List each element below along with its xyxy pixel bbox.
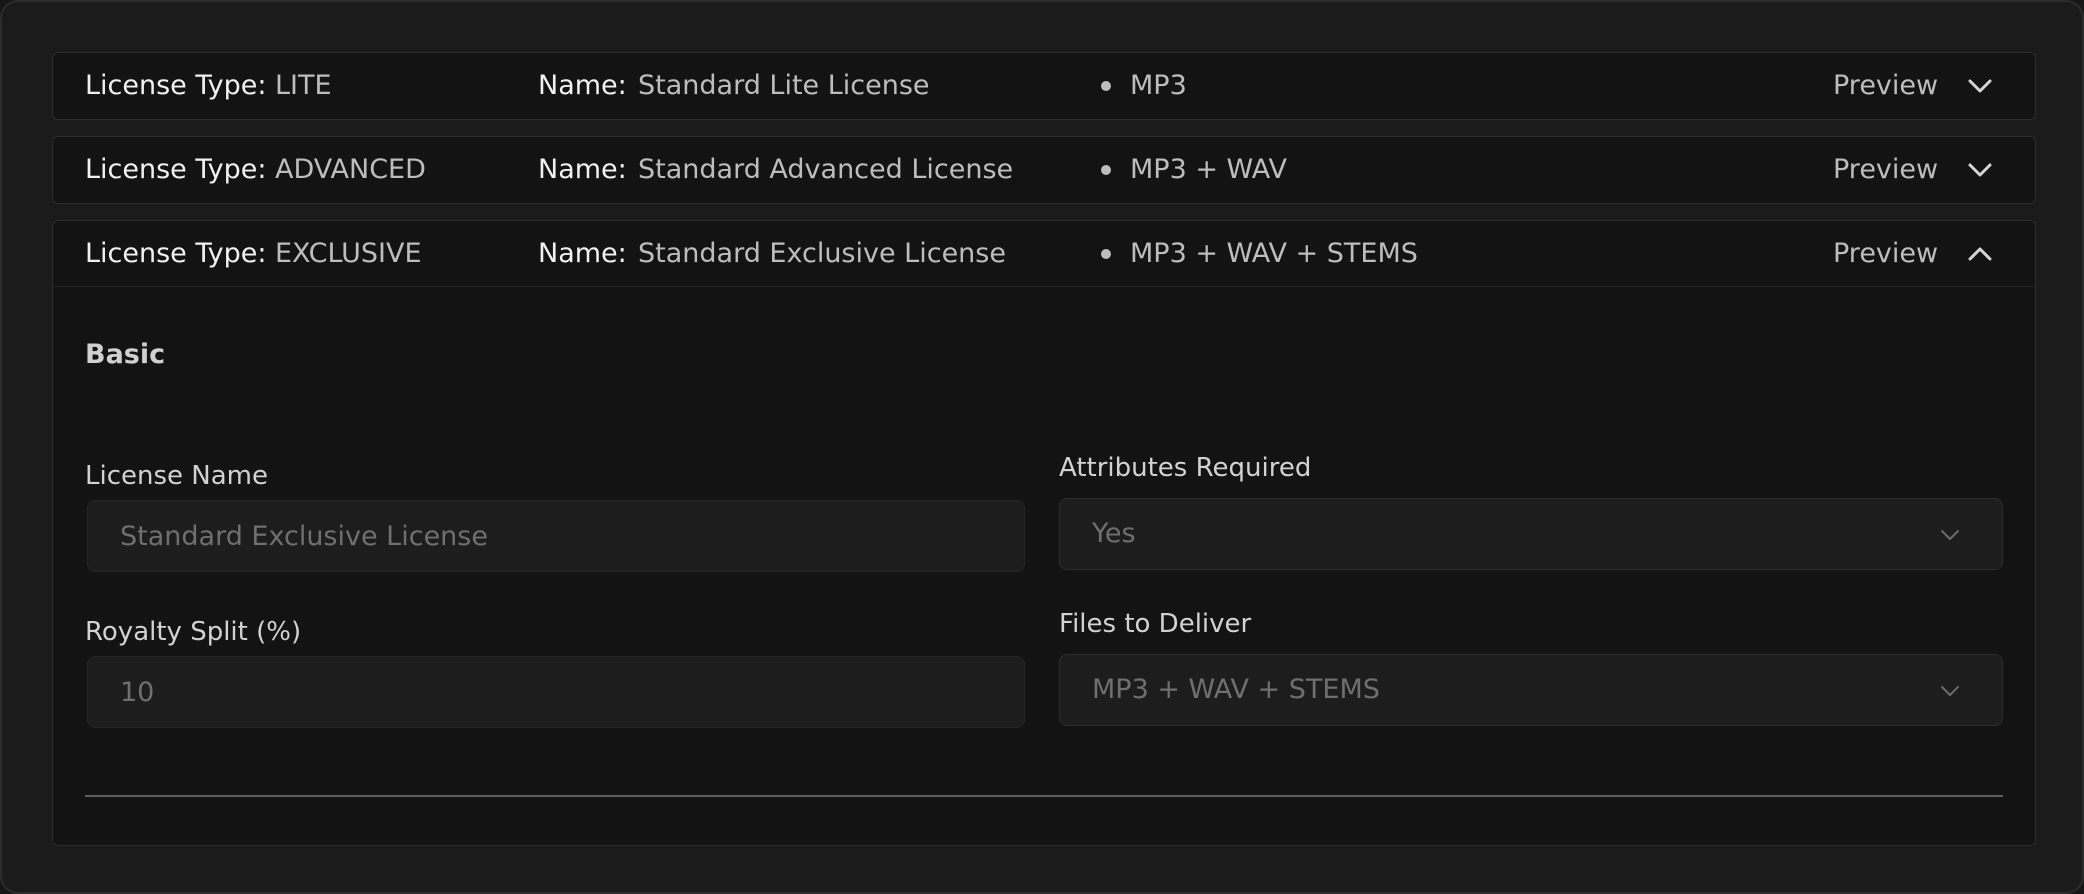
license-type-label: License Type: [85, 238, 267, 269]
license-item-exclusive: License Type: EXCLUSIVE Name: Standard E… [52, 220, 2036, 846]
license-type-label: License Type: [85, 70, 267, 101]
files-to-deliver-label: Files to Deliver [1059, 609, 1252, 639]
preview-button[interactable]: Preview [1833, 221, 1938, 286]
license-name-label: Name: [538, 238, 627, 269]
license-type-value: LITE [275, 70, 332, 101]
license-name-label: Name: [538, 70, 627, 101]
license-type-value: EXCLUSIVE [275, 238, 422, 269]
license-files: MP3 + WAV [1130, 154, 1287, 185]
license-name-label: Name: [538, 154, 627, 185]
files-bullet [1101, 81, 1111, 91]
chevron-up-icon[interactable] [1965, 239, 1995, 269]
license-type-label: License Type: [85, 154, 267, 185]
chevron-down-icon [1941, 530, 1959, 540]
files-to-deliver-select[interactable]: MP3 + WAV + STEMS [1059, 654, 2003, 726]
license-files: MP3 [1130, 70, 1187, 101]
preview-button[interactable]: Preview [1833, 53, 1938, 118]
license-type-value: ADVANCED [275, 154, 426, 185]
attributes-required-label: Attributes Required [1059, 453, 1312, 483]
files-to-deliver-value: MP3 + WAV + STEMS [1092, 674, 1380, 705]
license-name-value: Standard Exclusive License [638, 238, 1006, 269]
license-files: MP3 + WAV + STEMS [1130, 238, 1418, 269]
section-title-basic: Basic [85, 339, 166, 370]
license-item-lite: License Type: LITE Name: Standard Lite L… [52, 52, 2036, 120]
preview-button[interactable]: Preview [1833, 137, 1938, 202]
chevron-down-icon [1941, 686, 1959, 696]
royalty-split-input[interactable] [87, 656, 1025, 728]
royalty-split-label: Royalty Split (%) [85, 617, 302, 647]
section-divider [85, 795, 2003, 797]
license-name-value: Standard Lite License [638, 70, 930, 101]
files-bullet [1101, 165, 1111, 175]
license-header-advanced[interactable]: License Type: ADVANCED Name: Standard Ad… [53, 137, 2035, 202]
files-bullet [1101, 249, 1111, 259]
license-name-input[interactable] [87, 500, 1025, 572]
chevron-down-icon[interactable] [1965, 71, 1995, 101]
license-name-value: Standard Advanced License [638, 154, 1014, 185]
attributes-required-value: Yes [1092, 518, 1136, 549]
chevron-down-icon[interactable] [1965, 155, 1995, 185]
license-item-advanced: License Type: ADVANCED Name: Standard Ad… [52, 136, 2036, 204]
license-header-exclusive[interactable]: License Type: EXCLUSIVE Name: Standard E… [53, 221, 2035, 287]
license-header-lite[interactable]: License Type: LITE Name: Standard Lite L… [53, 53, 2035, 118]
license-name-field-label: License Name [85, 461, 268, 491]
license-settings-panel: License Type: LITE Name: Standard Lite L… [0, 0, 2084, 894]
attributes-required-select[interactable]: Yes [1059, 498, 2003, 570]
